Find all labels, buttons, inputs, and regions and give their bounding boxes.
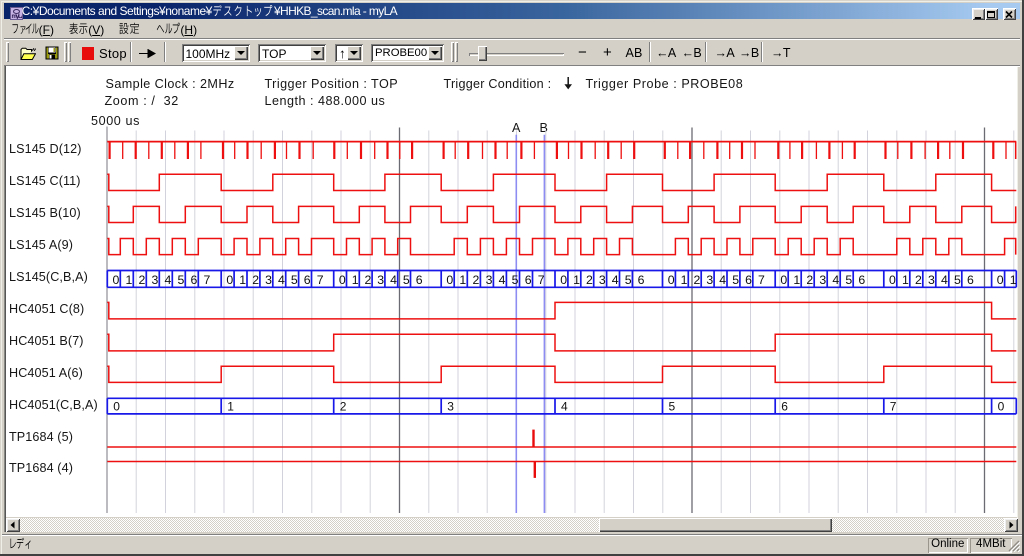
svg-text:0: 0	[113, 399, 120, 413]
svg-text:3: 3	[152, 273, 159, 287]
svg-text:1: 1	[681, 273, 688, 287]
svg-text:6: 6	[858, 273, 865, 287]
svg-text:3: 3	[486, 273, 493, 287]
svg-text:4: 4	[941, 273, 948, 287]
svg-text:0: 0	[446, 273, 453, 287]
svg-text:6: 6	[745, 273, 752, 287]
svg-text:4: 4	[719, 273, 726, 287]
svg-text:2: 2	[252, 273, 259, 287]
svg-text:0: 0	[560, 273, 567, 287]
svg-text:1: 1	[227, 399, 234, 413]
svg-text:6: 6	[638, 273, 645, 287]
svg-text:7: 7	[758, 273, 765, 287]
svg-text:2: 2	[915, 273, 922, 287]
svg-text:2: 2	[365, 273, 372, 287]
svg-text:5: 5	[291, 273, 298, 287]
svg-text:3: 3	[265, 273, 272, 287]
svg-text:2: 2	[340, 399, 347, 413]
svg-text:4: 4	[278, 273, 285, 287]
svg-text:2: 2	[473, 273, 480, 287]
svg-text:6: 6	[416, 273, 423, 287]
svg-text:6: 6	[304, 273, 311, 287]
svg-text:2: 2	[586, 273, 593, 287]
svg-text:1: 1	[793, 273, 800, 287]
svg-text:5: 5	[954, 273, 961, 287]
svg-text:3: 3	[377, 273, 384, 287]
svg-text:0: 0	[668, 273, 675, 287]
svg-text:3: 3	[928, 273, 935, 287]
svg-text:0: 0	[226, 273, 233, 287]
svg-text:0: 0	[780, 273, 787, 287]
svg-text:4: 4	[390, 273, 397, 287]
svg-text:5: 5	[669, 399, 676, 413]
svg-text:0: 0	[997, 273, 1004, 287]
svg-text:2: 2	[139, 273, 146, 287]
svg-text:7: 7	[538, 273, 545, 287]
svg-text:7: 7	[317, 273, 324, 287]
svg-text:4: 4	[832, 273, 839, 287]
svg-text:1: 1	[352, 273, 359, 287]
svg-text:4: 4	[561, 399, 568, 413]
svg-text:1: 1	[459, 273, 466, 287]
svg-text:4: 4	[165, 273, 172, 287]
svg-text:2: 2	[694, 273, 701, 287]
svg-text:3: 3	[819, 273, 826, 287]
svg-text:1: 1	[239, 273, 246, 287]
svg-text:6: 6	[781, 399, 788, 413]
svg-text:7: 7	[204, 273, 211, 287]
svg-text:0: 0	[889, 273, 896, 287]
svg-text:3: 3	[447, 399, 454, 413]
svg-text:5: 5	[732, 273, 739, 287]
svg-text:0: 0	[113, 273, 120, 287]
svg-text:3: 3	[706, 273, 713, 287]
svg-text:7: 7	[890, 399, 897, 413]
svg-text:5: 5	[178, 273, 185, 287]
svg-text:1: 1	[902, 273, 909, 287]
svg-text:6: 6	[191, 273, 198, 287]
svg-text:0: 0	[998, 399, 1005, 413]
svg-text:1: 1	[573, 273, 580, 287]
svg-text:4: 4	[612, 273, 619, 287]
svg-text:5: 5	[625, 273, 632, 287]
svg-text:1: 1	[126, 273, 133, 287]
svg-text:5: 5	[845, 273, 852, 287]
svg-text:1: 1	[1010, 273, 1017, 287]
svg-text:3: 3	[599, 273, 606, 287]
svg-text:2: 2	[806, 273, 813, 287]
svg-text:5: 5	[512, 273, 519, 287]
svg-text:4: 4	[499, 273, 506, 287]
svg-text:6: 6	[525, 273, 532, 287]
svg-text:6: 6	[967, 273, 974, 287]
svg-text:0: 0	[339, 273, 346, 287]
svg-text:5: 5	[403, 273, 410, 287]
